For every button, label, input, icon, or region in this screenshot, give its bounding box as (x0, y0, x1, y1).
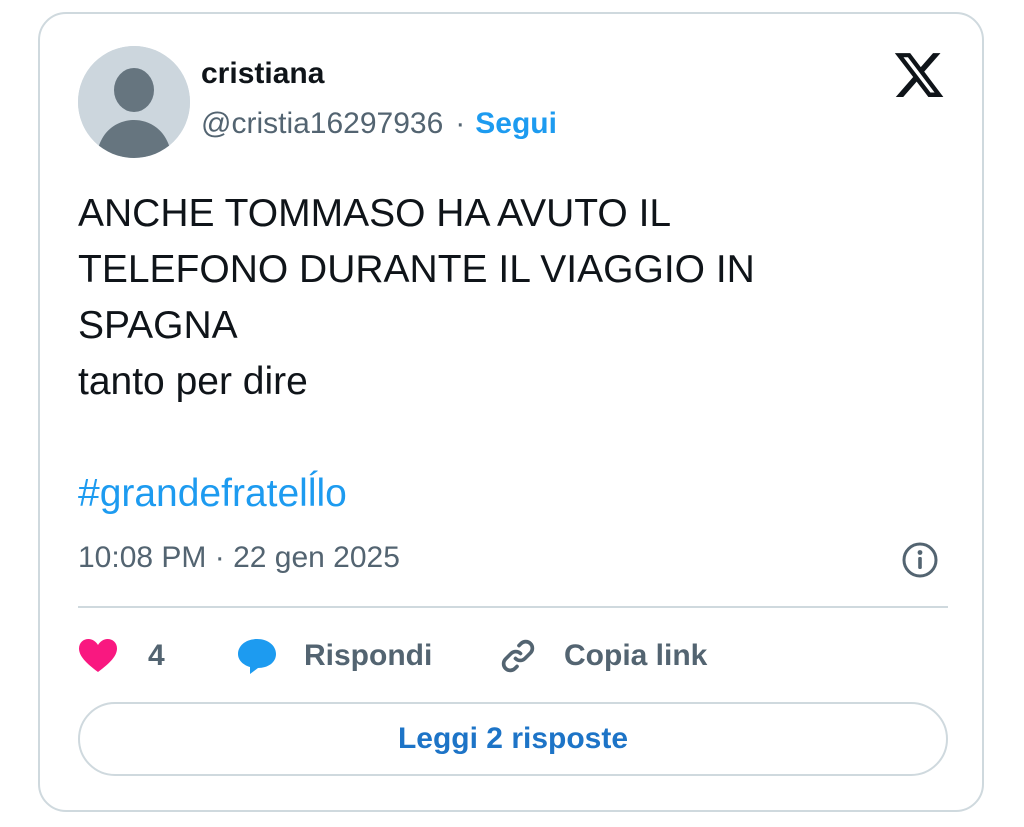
heart-icon (79, 639, 117, 672)
read-replies-button[interactable]: Leggi 2 risposte (78, 702, 948, 776)
like-button[interactable]: 4 (78, 634, 165, 678)
tweet-card: cristiana @cristia16297936 · Segui ANCHE T… (38, 12, 984, 812)
reply-button[interactable]: Rispondi (236, 634, 432, 678)
follow-button[interactable]: Segui (475, 107, 557, 140)
tweet-timestamp[interactable]: 10:08 PM · 22 gen 2025 (78, 540, 400, 576)
reply-label: Rispondi (304, 639, 433, 672)
default-avatar-icon (78, 46, 190, 158)
action-bar: 4 Rispondi Copia link (78, 634, 948, 678)
link-icon (501, 639, 535, 673)
copy-link-button[interactable]: Copia link (498, 634, 707, 678)
author-display-name[interactable]: cristiana (201, 56, 324, 92)
x-logo-icon[interactable] (892, 48, 946, 102)
author-handle-row: @cristia16297936 · Segui (201, 106, 557, 142)
copy-link-label: Copia link (564, 639, 708, 672)
tweet-text: ANCHE TOMMASO HA AVUTO IL TELEFONO DURAN… (78, 192, 755, 403)
avatar[interactable] (78, 46, 190, 158)
info-icon[interactable] (900, 540, 940, 580)
like-count: 4 (148, 639, 165, 672)
reply-bubble-icon (238, 639, 276, 674)
author-handle[interactable]: @cristia16297936 (201, 107, 443, 140)
divider (78, 606, 948, 608)
handle-separator: · (455, 107, 466, 140)
hashtag-link[interactable]: #grandefratelĺlo (78, 466, 347, 522)
